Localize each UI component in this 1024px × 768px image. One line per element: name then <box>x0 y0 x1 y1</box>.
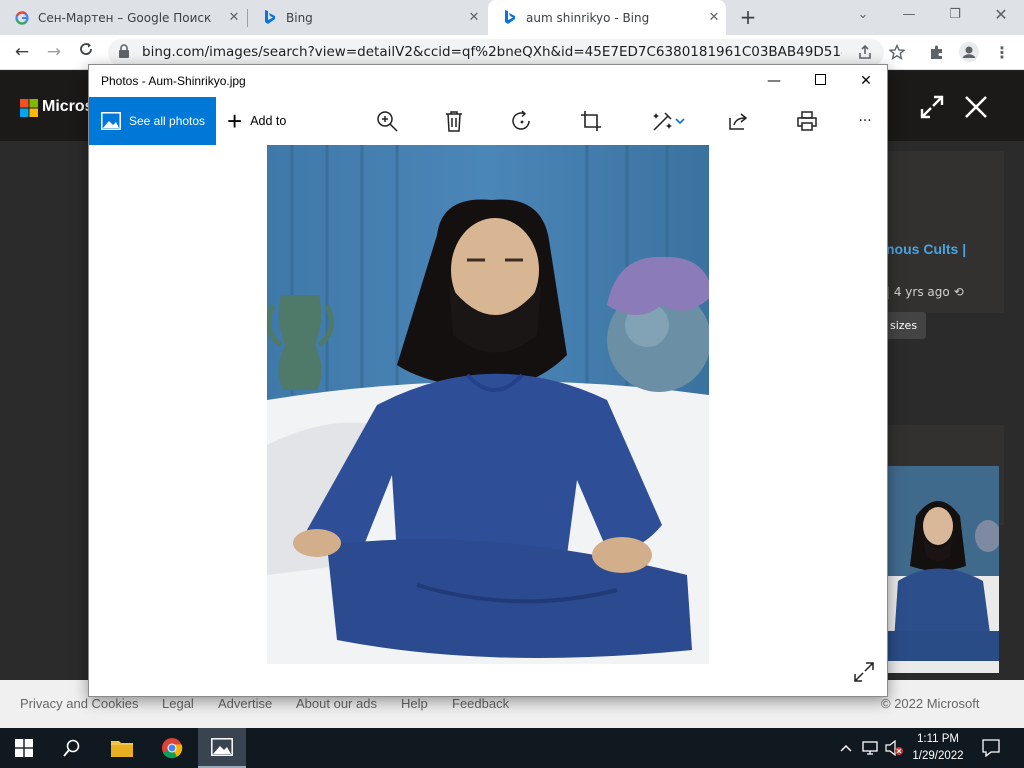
photos-icon <box>101 112 121 130</box>
chrome-icon <box>162 738 183 759</box>
microsoft-logo <box>20 99 38 117</box>
reload-icon <box>80 43 92 55</box>
rotate-icon[interactable] <box>510 109 534 133</box>
minimize-button[interactable]: — <box>886 0 932 35</box>
photos-app-window: Photos - Aum-Shinrikyo.jpg — ✕ See all p… <box>88 64 888 697</box>
forward-button[interactable]: → <box>42 40 66 64</box>
file-explorer-button[interactable] <box>98 728 146 768</box>
window-title: Photos - Aum-Shinrikyo.jpg <box>101 74 246 88</box>
tab-search-icon[interactable]: ⌄ <box>840 0 886 35</box>
photos-icon <box>211 738 233 756</box>
footer-link-advertise[interactable]: Advertise <box>218 696 272 711</box>
full-screen-icon[interactable] <box>853 661 875 683</box>
add-to-label: Add to <box>250 114 287 128</box>
close-tab-icon[interactable]: ✕ <box>462 10 486 25</box>
footer-link-privacy[interactable]: Privacy and Cookies <box>20 696 139 711</box>
expand-icon[interactable] <box>920 95 944 119</box>
new-tab-button[interactable]: + <box>738 4 758 30</box>
see-all-photos-button[interactable]: See all photos <box>89 97 216 145</box>
photo-canvas <box>89 145 887 696</box>
windows-logo-icon <box>15 739 33 757</box>
related-thumbnail[interactable] <box>888 466 999 673</box>
add-to-button[interactable]: + Add to <box>227 97 286 145</box>
see-all-photos-label: See all photos <box>129 114 206 128</box>
displayed-photo <box>267 145 709 664</box>
back-button[interactable]: ← <box>10 40 34 64</box>
photos-minimize-button[interactable]: — <box>751 65 797 97</box>
windows-taskbar: 1:11 PM 1/29/2022 <box>0 728 1024 768</box>
copyright: © 2022 Microsoft <box>881 696 980 711</box>
close-icon[interactable] <box>964 95 988 119</box>
photos-titlebar[interactable]: Photos - Aum-Shinrikyo.jpg — ✕ <box>89 65 887 97</box>
close-tab-icon[interactable]: ✕ <box>702 10 726 25</box>
more-options-icon[interactable]: ··· <box>853 109 877 133</box>
footer-link-help[interactable]: Help <box>401 696 428 711</box>
footer-link-legal[interactable]: Legal <box>162 696 194 711</box>
tab-title: aum shinrikyo - Bing <box>526 10 650 25</box>
print-icon[interactable] <box>795 109 819 133</box>
tab-title: Bing <box>286 10 313 25</box>
browser-tab-strip: Сен-Мартен – Google Поиск ✕ Bing ✕ aum s… <box>0 0 1024 35</box>
share-icon[interactable] <box>727 109 751 133</box>
network-icon[interactable] <box>862 738 880 758</box>
bing-icon <box>502 10 518 26</box>
start-button[interactable] <box>0 728 48 768</box>
reload-button[interactable] <box>74 40 98 64</box>
clock-date: 1/29/2022 <box>912 750 964 762</box>
delete-icon[interactable] <box>442 109 466 133</box>
crop-icon[interactable] <box>579 109 603 133</box>
result-age: 4 yrs ago <box>893 285 950 299</box>
tab-title: Сен-Мартен – Google Поиск <box>38 10 212 25</box>
bing-icon <box>262 10 278 26</box>
tab-aum-shinrikyo[interactable]: aum shinrikyo - Bing ✕ <box>488 0 726 35</box>
photos-app-taskbar-button[interactable] <box>198 728 246 768</box>
edit-enhance-icon[interactable] <box>651 109 675 133</box>
bookmark-star-icon[interactable] <box>886 41 908 63</box>
profile-avatar-icon[interactable] <box>958 41 980 63</box>
tab-bing[interactable]: Bing ✕ <box>248 0 486 35</box>
chevron-down-icon[interactable] <box>673 109 687 133</box>
address-bar[interactable]: bing.com/images/search?view=detailV2&cci… <box>108 39 884 66</box>
restore-button[interactable]: ❐ <box>932 0 978 35</box>
menu-kebab-icon[interactable]: ⋮ <box>991 41 1013 63</box>
chrome-button[interactable] <box>148 728 196 768</box>
history-icon: ⟲ <box>953 285 964 299</box>
footer-link-feedback[interactable]: Feedback <box>452 696 509 711</box>
google-icon <box>14 10 30 26</box>
url-text: bing.com/images/search?view=detailV2&cci… <box>142 44 842 60</box>
clock-time: 1:11 PM <box>917 733 959 745</box>
tab-google-search[interactable]: Сен-Мартен – Google Поиск ✕ <box>0 0 246 35</box>
sizes-button[interactable]: sizes <box>886 312 926 339</box>
photos-close-button[interactable]: ✕ <box>843 65 889 97</box>
photos-command-bar: See all photos + Add to ··· <box>89 97 887 145</box>
maximize-icon <box>814 74 826 85</box>
volume-muted-icon[interactable] <box>884 738 904 758</box>
close-tab-icon[interactable]: ✕ <box>222 10 246 25</box>
result-meta: | 4 yrs ago ⟲ <box>886 285 964 299</box>
folder-icon <box>111 741 133 757</box>
plus-icon: + <box>227 106 243 136</box>
system-clock[interactable]: 1:11 PM 1/29/2022 <box>906 731 970 765</box>
close-window-button[interactable]: ✕ <box>978 0 1024 35</box>
footer-link-about-ads[interactable]: About our ads <box>296 696 377 711</box>
lock-icon <box>118 44 130 63</box>
search-button[interactable] <box>48 728 96 768</box>
show-hidden-icons-icon[interactable] <box>840 738 852 758</box>
search-icon <box>63 739 80 757</box>
result-title-link[interactable]: nous Cults | <box>886 241 966 257</box>
share-icon[interactable] <box>854 41 876 63</box>
extensions-icon[interactable] <box>926 41 948 63</box>
notifications-icon[interactable] <box>982 738 1000 758</box>
zoom-in-icon[interactable] <box>375 109 399 133</box>
photos-maximize-button[interactable] <box>797 65 843 97</box>
